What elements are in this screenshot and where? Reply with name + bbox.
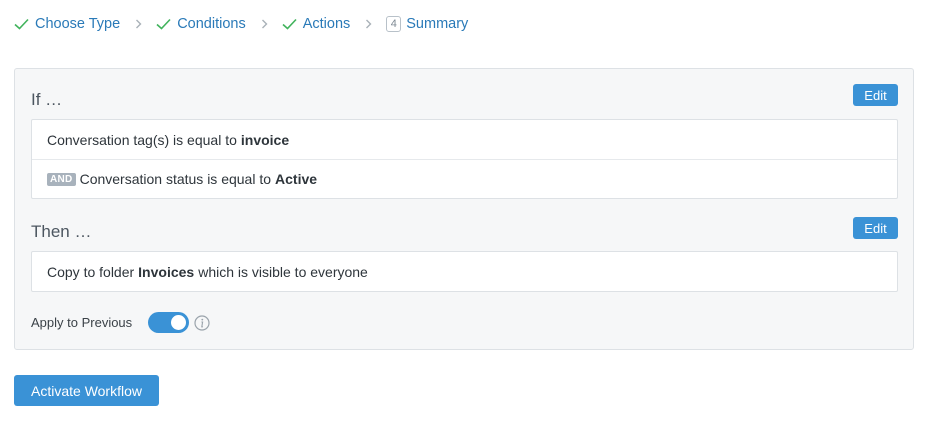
workflow-stepper: Choose Type Conditions Actions 4 Summary [14, 12, 468, 36]
chevron-right-icon [136, 19, 142, 29]
chevron-right-icon [366, 19, 372, 29]
toggle-knob [171, 315, 187, 330]
check-icon [14, 18, 29, 30]
apply-to-previous-label: Apply to Previous [31, 315, 133, 330]
step-label: Actions [302, 16, 351, 32]
condition-text: Conversation tag(s) is equal to [47, 131, 237, 148]
actions-list: Copy to folder Invoices which is visible… [31, 251, 898, 292]
if-section-title: If … [31, 90, 63, 109]
conditions-list: Conversation tag(s) is equal to invoice … [31, 119, 898, 199]
check-icon [282, 18, 297, 30]
step-choose-type[interactable]: Choose Type [14, 16, 120, 32]
apply-to-previous: Apply to Previous [31, 312, 210, 333]
activate-workflow-button[interactable]: Activate Workflow [14, 375, 159, 406]
workflow-summary-panel: If … Edit Conversation tag(s) is equal t… [14, 68, 914, 350]
and-operator-badge: AND [47, 172, 76, 186]
chevron-right-icon [261, 19, 268, 29]
condition-row: AND Conversation status is equal to Acti… [32, 159, 897, 198]
apply-to-previous-toggle[interactable] [148, 312, 190, 333]
condition-row: Conversation tag(s) is equal to invoice [32, 120, 897, 159]
edit-conditions-button[interactable]: Edit [853, 84, 898, 106]
then-section-title: Then … [31, 222, 92, 241]
action-suffix: which is visible to everyone [198, 263, 368, 280]
edit-actions-button[interactable]: Edit [853, 217, 898, 239]
condition-value: invoice [240, 131, 290, 148]
step-label: Choose Type [35, 16, 121, 32]
action-text: Copy to folder [47, 263, 135, 280]
info-icon[interactable] [194, 314, 210, 331]
action-row: Copy to folder Invoices which is visible… [32, 252, 897, 291]
step-actions[interactable]: Actions [282, 16, 351, 32]
step-summary[interactable]: 4 Summary [386, 16, 468, 32]
check-icon [156, 18, 171, 30]
step-label: Conditions [177, 16, 246, 32]
step-label: Summary [406, 16, 469, 32]
step-number-badge: 4 [386, 16, 402, 32]
condition-value: Active [275, 171, 318, 187]
action-value: Invoices [138, 263, 195, 280]
step-conditions[interactable]: Conditions [156, 16, 246, 32]
condition-text: Conversation status is equal to [79, 171, 272, 187]
